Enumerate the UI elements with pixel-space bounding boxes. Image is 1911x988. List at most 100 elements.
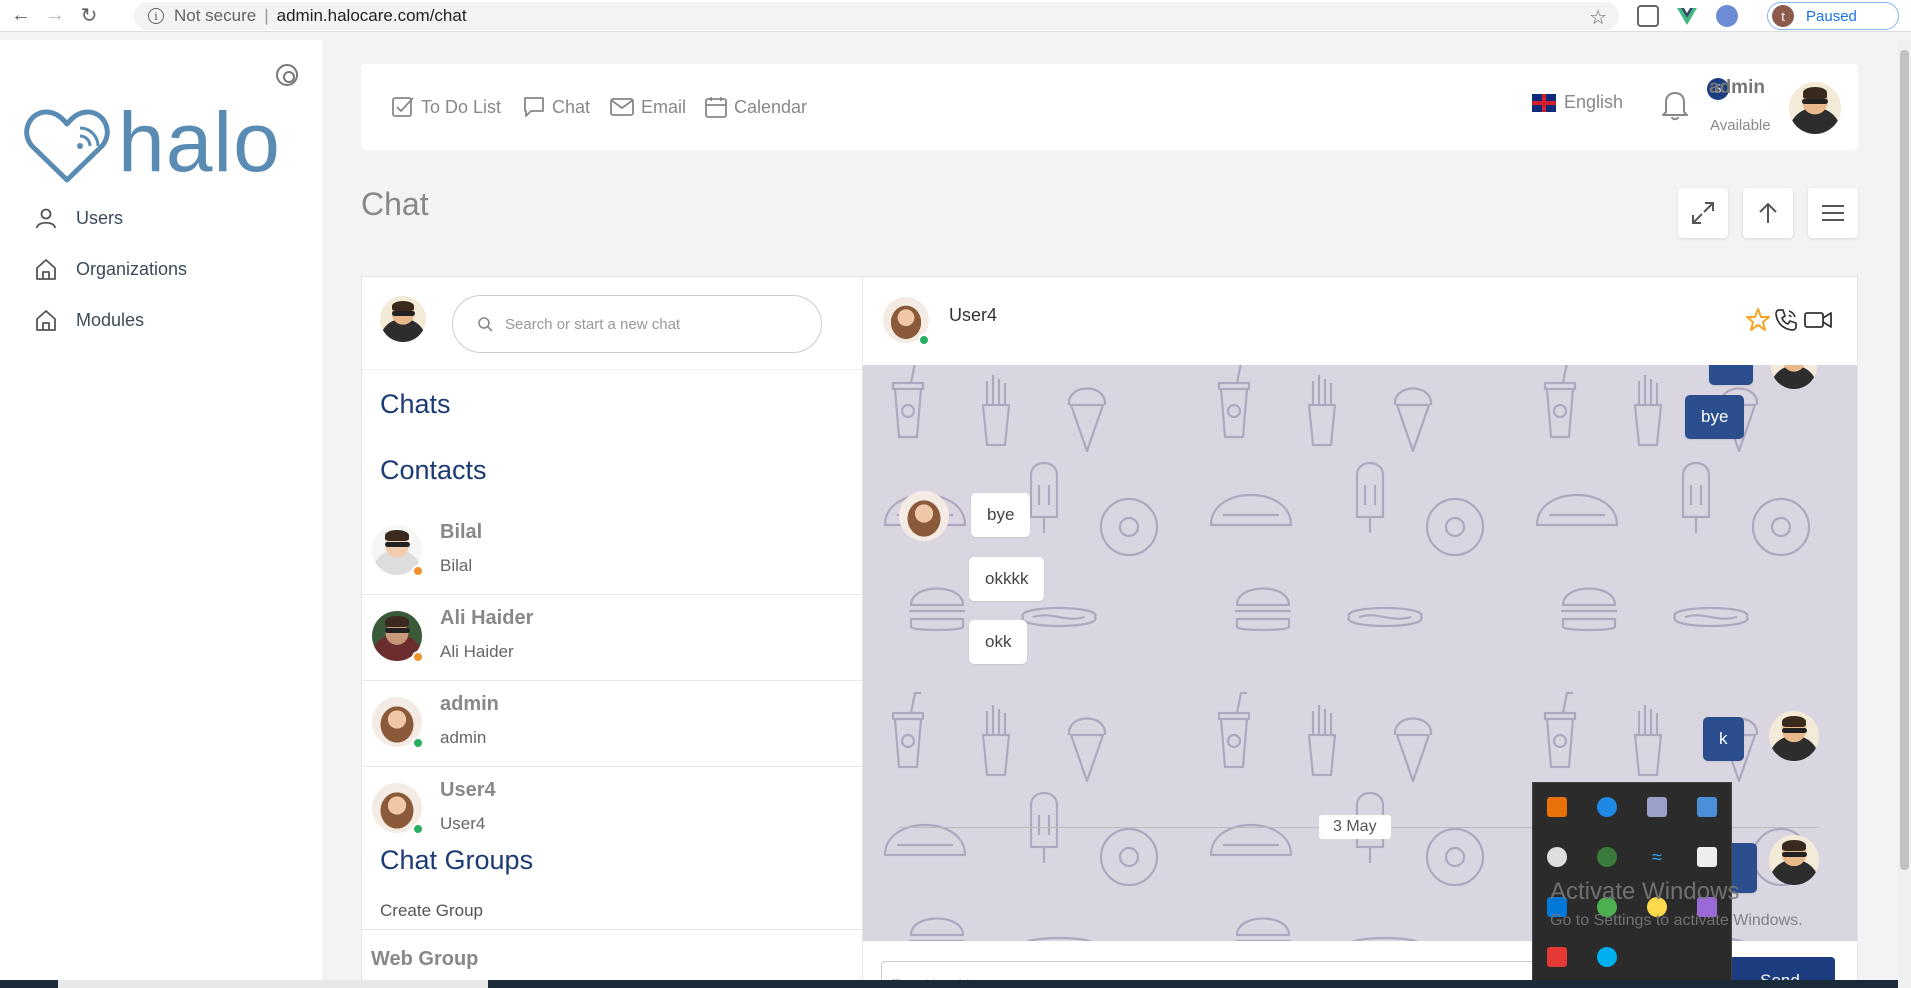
scrollbar-thumb[interactable]: [1900, 50, 1909, 870]
header-user-status: Available: [1710, 117, 1771, 134]
expand-icon: [1692, 202, 1714, 224]
chat-groups-heading: Chat Groups: [380, 845, 534, 875]
shield-icon[interactable]: [1697, 847, 1717, 867]
search-input[interactable]: [505, 315, 805, 333]
contact-name: Ali Haider: [440, 607, 534, 629]
todo-list-link[interactable]: To Do List: [391, 95, 501, 119]
tray-app-icon[interactable]: [1547, 847, 1567, 867]
browser-toolbar: ← → ↻ i Not secure | admin.halocare.com/…: [0, 0, 1911, 32]
status-dot-online: [412, 737, 424, 749]
phone-call-icon[interactable]: [1773, 307, 1799, 333]
search-icon: [478, 317, 493, 332]
info-icon[interactable]: i: [148, 8, 164, 24]
page-title: Chat: [361, 186, 429, 222]
vue-extension-icon[interactable]: [1676, 5, 1698, 27]
sidebar-item-modules[interactable]: Modules: [34, 308, 144, 332]
star-icon[interactable]: [1745, 307, 1771, 333]
chat-label: Chat: [552, 96, 591, 117]
menu-button[interactable]: [1808, 188, 1858, 238]
sidebar-item-label: Modules: [76, 309, 145, 330]
tray-app-icon[interactable]: [1697, 797, 1717, 817]
chats-heading: Chats: [380, 389, 451, 419]
header-user-name[interactable]: admin: [1709, 77, 1765, 99]
contacts-heading: Contacts: [380, 455, 487, 485]
url-separator: |: [264, 6, 269, 25]
message-bubble-in: bye: [971, 493, 1031, 537]
url-text: admin.halocare.com/chat: [276, 6, 467, 25]
contact-subtitle: Bilal: [440, 556, 473, 575]
chat-list-panel: Chats Contacts Bilal Bilal Ali Haider Al…: [361, 276, 863, 988]
message-bubble-out: bye: [1685, 395, 1745, 439]
sidebar: halo Users Organizations Modules: [0, 40, 322, 988]
hamburger-icon: [1822, 205, 1844, 221]
contact-name: admin: [440, 693, 499, 715]
home-icon: [36, 310, 56, 331]
heart-logo-icon: [24, 109, 110, 183]
profile-button[interactable]: t Paused: [1767, 2, 1899, 30]
language-selector[interactable]: English: [1532, 92, 1623, 113]
logo-text: halo: [118, 95, 281, 189]
profile-avatar: t: [1772, 5, 1794, 27]
tray-app-icon[interactable]: [1597, 847, 1617, 867]
video-call-icon[interactable]: [1803, 307, 1833, 333]
top-header: To Do List Chat Email Calendar English 5…: [361, 64, 1858, 150]
scroll-up-button[interactable]: [1743, 188, 1793, 238]
contact-item-bilal[interactable]: Bilal Bilal: [362, 509, 862, 595]
message-bubble-in: okk: [969, 620, 1028, 664]
settings-target-icon[interactable]: [276, 64, 298, 86]
tray-app-icon[interactable]: [1597, 797, 1617, 817]
contact-subtitle: admin: [440, 728, 487, 747]
message-bubble-out: k: [1703, 717, 1744, 761]
conversation-name: User4: [949, 305, 998, 325]
contact-name: User4: [440, 779, 496, 801]
halo-logo[interactable]: halo: [22, 94, 282, 204]
reload-icon[interactable]: ↻: [76, 3, 102, 29]
contact-item-admin[interactable]: admin admin: [362, 681, 862, 767]
extension-icon-1[interactable]: [1637, 5, 1659, 27]
wifi-icon[interactable]: ≈: [1647, 847, 1667, 867]
contact-name: Bilal: [440, 521, 483, 543]
address-bar[interactable]: i Not secure | admin.halocare.com/chat ☆: [134, 2, 1619, 30]
contact-item-user4[interactable]: User4 User4: [362, 767, 862, 853]
fullscreen-button[interactable]: [1678, 188, 1728, 238]
sidebar-item-users[interactable]: Users: [34, 206, 123, 230]
tray-app-icon[interactable]: [1547, 947, 1567, 967]
checkbox-icon: [392, 97, 414, 117]
extension-icon-3[interactable]: [1716, 5, 1738, 27]
conversation-header: User4: [863, 277, 1857, 365]
email-label: Email: [641, 96, 687, 117]
sidebar-item-organizations[interactable]: Organizations: [34, 257, 187, 281]
forward-icon[interactable]: →: [42, 3, 68, 29]
mail-icon: [610, 98, 634, 116]
email-link[interactable]: Email: [609, 95, 686, 119]
my-avatar[interactable]: [380, 296, 426, 342]
back-icon[interactable]: ←: [8, 3, 34, 29]
contact-subtitle: User4: [440, 814, 486, 833]
notification-bell-icon[interactable]: [1660, 88, 1690, 122]
activate-windows-title: Activate Windows: [1550, 878, 1740, 905]
taskbar-segment: [58, 980, 488, 988]
tray-app-icon[interactable]: [1647, 797, 1667, 817]
bookmark-star-icon[interactable]: ☆: [1589, 5, 1607, 30]
status-dot-away: [412, 565, 424, 577]
arrow-up-icon: [1759, 202, 1777, 223]
sidebar-item-label: Organizations: [76, 258, 188, 279]
skype-icon[interactable]: [1597, 947, 1617, 967]
uk-flag-icon: [1532, 93, 1556, 112]
language-label: English: [1564, 92, 1624, 112]
create-group-link[interactable]: Create Group: [380, 901, 483, 921]
header-avatar[interactable]: [1789, 82, 1841, 134]
chat-link[interactable]: Chat: [522, 95, 590, 119]
message-avatar-user4: [899, 491, 949, 541]
message-avatar-me: [1769, 835, 1819, 885]
contact-subtitle: Ali Haider: [440, 642, 514, 661]
chat-search[interactable]: [452, 295, 822, 353]
date-divider: 3 May: [1319, 815, 1391, 839]
home-icon: [36, 259, 56, 280]
page-scrollbar[interactable]: [1898, 40, 1911, 988]
contact-item-ali-haider[interactable]: Ali Haider Ali Haider: [362, 595, 862, 681]
message-avatar-me: [1769, 711, 1819, 761]
tray-app-icon[interactable]: [1547, 797, 1567, 817]
status-dot-away: [412, 651, 424, 663]
calendar-link[interactable]: Calendar: [704, 95, 807, 119]
